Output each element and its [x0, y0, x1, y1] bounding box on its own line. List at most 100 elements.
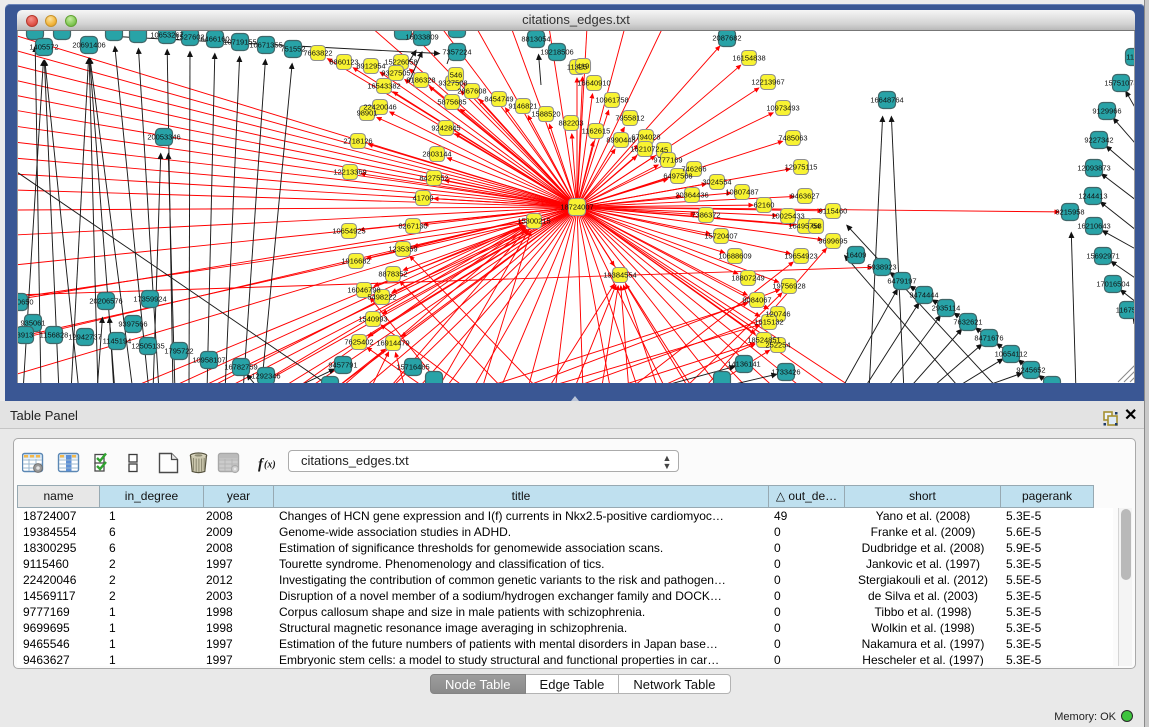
svg-text:1540993: 1540993 — [358, 315, 387, 324]
svg-text:6479197: 6479197 — [887, 277, 916, 286]
svg-text:10654112: 10654112 — [995, 350, 1028, 359]
svg-text:3024554: 3024554 — [702, 178, 731, 187]
svg-text:12093873: 12093873 — [1077, 164, 1110, 173]
svg-text:1162615: 1162615 — [582, 127, 611, 136]
svg-text:3913: 3913 — [18, 331, 33, 340]
svg-text:9474444: 9474444 — [909, 291, 938, 300]
svg-text:116753: 116753 — [1116, 306, 1135, 315]
svg-text:8215958: 8215958 — [1055, 208, 1084, 217]
svg-text:1916682: 1916682 — [341, 257, 370, 266]
svg-text:98901: 98901 — [357, 109, 378, 118]
svg-text:5498222: 5498222 — [367, 293, 396, 302]
svg-text:8267130: 8267130 — [398, 222, 427, 231]
svg-text:1588520: 1588520 — [531, 110, 560, 119]
svg-text:9777169: 9777169 — [653, 156, 682, 165]
svg-text:546: 546 — [450, 71, 463, 80]
svg-text:10958107: 10958107 — [192, 356, 225, 365]
svg-text:15300215: 15300215 — [517, 217, 550, 226]
svg-text:9115460: 9115460 — [819, 207, 848, 216]
svg-text:20206576: 20206576 — [89, 297, 122, 306]
svg-text:8427552: 8427552 — [419, 174, 448, 183]
svg-text:252254: 252254 — [765, 341, 790, 350]
svg-text:64: 64 — [812, 222, 820, 231]
svg-text:10973493: 10973493 — [766, 104, 799, 113]
svg-text:16409: 16409 — [846, 251, 867, 260]
svg-text:1112: 1112 — [1126, 53, 1135, 62]
svg-text:7955812: 7955812 — [615, 114, 644, 123]
svg-text:7485063: 7485063 — [778, 134, 807, 143]
svg-text:2867608: 2867608 — [457, 87, 486, 96]
svg-text:15226058: 15226058 — [384, 58, 417, 67]
svg-text:18807249: 18807249 — [731, 274, 764, 283]
svg-text:1795722: 1795722 — [164, 347, 193, 356]
svg-text:10654925: 10654925 — [332, 227, 365, 236]
svg-text:16154838: 16154838 — [732, 54, 765, 63]
svg-text:2718126: 2718126 — [343, 137, 372, 146]
svg-text:16033809: 16033809 — [405, 33, 438, 42]
svg-text:12942737: 12942737 — [68, 333, 101, 342]
svg-text:9699695: 9699695 — [818, 237, 847, 246]
svg-text:19218506: 19218506 — [540, 48, 573, 57]
svg-text:9463627: 9463627 — [790, 192, 819, 201]
svg-text:7663822: 7663822 — [303, 49, 332, 58]
svg-text:1244413: 1244413 — [1078, 192, 1107, 201]
svg-text:20053346: 20053346 — [147, 133, 180, 142]
svg-text:9084067: 9084067 — [742, 296, 771, 305]
svg-text:1733426: 1733426 — [771, 368, 800, 377]
svg-text:14136141: 14136141 — [727, 360, 760, 369]
svg-text:8471676: 8471676 — [974, 334, 1003, 343]
svg-text:1405572: 1405572 — [29, 43, 58, 52]
svg-text:16648764: 16648764 — [870, 96, 903, 105]
svg-text:12505135: 12505135 — [131, 342, 164, 351]
svg-text:935061: 935061 — [20, 319, 45, 328]
svg-text:8860123: 8860123 — [329, 58, 358, 67]
svg-text:12975115: 12975115 — [785, 163, 818, 172]
svg-text:10671355: 10671355 — [249, 41, 282, 50]
svg-text:5938923: 5938923 — [867, 263, 896, 272]
svg-text:12213967: 12213967 — [751, 78, 784, 87]
svg-text:7386372: 7386372 — [691, 211, 720, 220]
svg-text:45: 45 — [660, 146, 668, 155]
svg-text:12213369: 12213369 — [333, 168, 366, 177]
svg-text:15720407: 15720407 — [704, 232, 737, 241]
svg-text:8813054: 8813054 — [521, 35, 550, 44]
svg-text:15716485: 15716485 — [396, 363, 429, 372]
svg-text:1145194: 1145194 — [103, 337, 132, 346]
svg-text:2803144: 2803144 — [422, 150, 451, 159]
svg-text:20364436: 20364436 — [675, 191, 708, 200]
svg-text:16640910: 16640910 — [577, 79, 610, 88]
svg-text:41700: 41700 — [413, 194, 434, 203]
svg-text:20691406: 20691406 — [72, 41, 105, 50]
svg-text:9245652: 9245652 — [1016, 366, 1045, 375]
svg-text:16782759: 16782759 — [224, 363, 257, 372]
svg-text:746266: 746266 — [681, 165, 706, 174]
svg-text:19654923: 19654923 — [784, 252, 817, 261]
svg-text:18724007: 18724007 — [560, 203, 593, 212]
svg-text:9242845: 9242845 — [431, 124, 460, 133]
svg-text:17359924: 17359924 — [133, 295, 166, 304]
svg-text:9129966: 9129966 — [1092, 107, 1121, 116]
svg-text:2935114: 2935114 — [932, 304, 961, 313]
svg-text:8878352: 8878352 — [378, 270, 407, 279]
svg-text:9227342: 9227342 — [1084, 136, 1113, 145]
svg-text:19384554: 19384554 — [603, 271, 636, 280]
svg-text:9397566: 9397566 — [118, 320, 147, 329]
svg-text:15751074: 15751074 — [1104, 79, 1135, 88]
svg-text:6794028: 6794028 — [631, 133, 660, 142]
svg-text:8186328: 8186328 — [406, 76, 435, 85]
svg-text:10807487: 10807487 — [725, 188, 758, 197]
svg-text:882203: 882203 — [558, 119, 583, 128]
svg-text:1615132: 1615132 — [754, 318, 783, 327]
svg-text:7357224: 7357224 — [442, 48, 471, 57]
svg-text:16914479: 16914479 — [376, 339, 409, 348]
svg-text:9457791: 9457791 — [328, 361, 357, 370]
svg-text:1235359: 1235359 — [388, 245, 417, 254]
svg-text:2087682: 2087682 — [712, 34, 741, 43]
svg-text:751552: 751552 — [280, 45, 305, 54]
svg-text:16543382: 16543382 — [367, 82, 400, 91]
svg-text:1292346: 1292346 — [251, 372, 280, 381]
svg-text:419: 419 — [577, 62, 590, 71]
svg-text:17016504: 17016504 — [1096, 280, 1129, 289]
svg-text:1621072: 1621072 — [630, 145, 659, 154]
svg-text:10025433: 10025433 — [771, 212, 804, 221]
